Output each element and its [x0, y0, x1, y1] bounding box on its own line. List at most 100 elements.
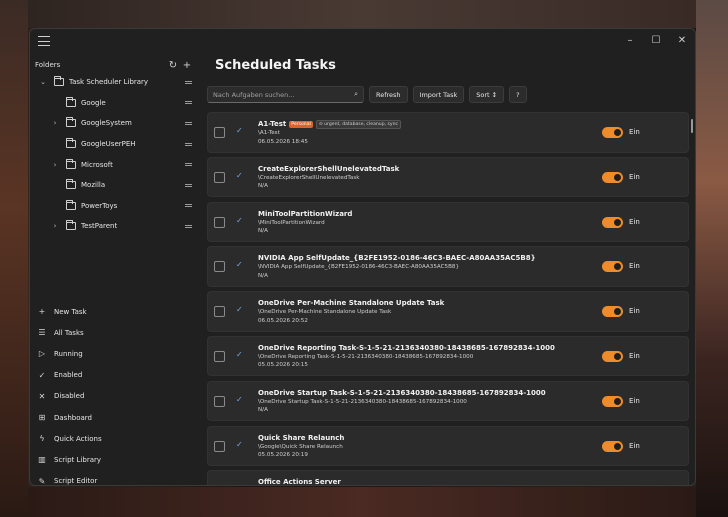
minimize-icon[interactable]: – [617, 29, 643, 51]
check-icon: ✓ [236, 305, 243, 315]
folder-item[interactable]: ⌄ Task Scheduler Library [30, 72, 198, 93]
folder-item[interactable]: PowerToys [30, 196, 198, 217]
task-card[interactable]: ✓ Office Actions Server [207, 470, 689, 486]
enable-toggle[interactable] [602, 306, 623, 318]
import-task-button[interactable]: Import Task [412, 86, 465, 103]
task-card[interactable]: ✓ NVIDIA App SelfUpdate_{B2FE1952-0186-46… [207, 246, 689, 287]
help-button[interactable]: ? [509, 86, 527, 103]
maximize-icon[interactable]: ☐ [643, 29, 669, 51]
task-card[interactable]: ✓ A1-Test Personal ⊙ urgent, database, clea… [207, 112, 689, 153]
drag-handle-icon[interactable] [185, 101, 192, 105]
check-icon: ✓ [236, 126, 243, 135]
task-info: Quick Share Relaunch \Google\Quick Share … [258, 433, 578, 460]
nav-item-label: Dashboard [54, 413, 92, 422]
nav-item-all-tasks[interactable]: ☰ All Tasks [30, 322, 198, 343]
folder-icon [66, 199, 76, 210]
task-name-row: NVIDIA App SelfUpdate_{B2FE1952-0186-46C… [258, 253, 578, 263]
task-info: MiniToolPartitionWizard \MiniToolPartitio… [258, 209, 578, 236]
toggle-state-label: Ein [629, 307, 640, 316]
folder-label: PowerToys [81, 201, 118, 210]
enable-toggle[interactable] [602, 350, 623, 362]
drag-handle-icon[interactable] [185, 80, 192, 84]
check-icon: ✓ [38, 370, 46, 380]
window-controls: – ☐ ✕ [617, 29, 695, 51]
nav-item-new-task[interactable]: + New Task [30, 301, 198, 322]
nav-item-running[interactable]: ▷ Running [30, 343, 198, 364]
chevron-right-icon[interactable]: › [51, 161, 59, 169]
task-path: \CreateExplorerShellUnelevatedTask [258, 174, 360, 181]
nav-item-script-library[interactable]: ▥ Script Library [30, 449, 198, 470]
check-icon: ✓ [236, 170, 243, 180]
task-name: MiniToolPartitionWizard [258, 209, 353, 218]
select-checkbox[interactable] [214, 261, 225, 273]
task-name-row: OneDrive Startup Task-S-1-5-21-213634038… [258, 388, 578, 398]
select-checkbox[interactable] [214, 306, 225, 318]
select-checkbox[interactable] [214, 171, 225, 183]
nav-item-dashboard[interactable]: ⊞ Dashboard [30, 407, 198, 428]
chevron-down-icon[interactable]: ⌄ [39, 78, 47, 86]
select-checkbox[interactable] [214, 216, 225, 228]
search-input[interactable] [213, 87, 343, 102]
select-checkbox[interactable] [214, 127, 225, 138]
enable-toggle[interactable] [602, 440, 623, 452]
nav-item-enabled[interactable]: ✓ Enabled [30, 365, 198, 386]
task-card[interactable]: ✓ Quick Share Relaunch \Google\Quick Share… [207, 425, 689, 467]
drag-handle-icon[interactable] [185, 224, 192, 228]
refresh-icon[interactable]: ↻ [167, 59, 179, 71]
task-card[interactable]: ✓ OneDrive Per-Machine Standalone Update … [207, 291, 689, 332]
folder-item[interactable]: › TestParent [30, 216, 198, 237]
app-window: – ☐ ✕ Folders ↻ + ⌄ Task Scheduler Librar… [29, 28, 696, 486]
bolt-icon: ϟ [39, 434, 45, 444]
toggle-state-label: Ein [629, 128, 640, 136]
folder-icon [66, 179, 76, 190]
drag-handle-icon[interactable] [185, 121, 192, 125]
select-checkbox[interactable] [214, 485, 225, 486]
nav-item-script-editor[interactable]: ✎ Script Editor [30, 471, 198, 485]
task-next-run: N/A [258, 228, 268, 235]
search-box: ⌕ [207, 86, 364, 103]
nav-item-quick-actions[interactable]: ϟ Quick Actions [30, 428, 198, 449]
chevron-right-icon[interactable]: › [51, 222, 59, 230]
task-next-run: N/A [258, 183, 268, 190]
add-folder-icon[interactable]: + [181, 59, 193, 71]
task-info: NVIDIA App SelfUpdate_{B2FE1952-0186-46C… [258, 253, 578, 280]
folder-item[interactable]: GoogleUserPEH [30, 134, 198, 155]
folder-item[interactable]: › GoogleSystem [30, 113, 198, 134]
enable-toggle[interactable] [602, 395, 623, 407]
task-path: \MiniToolPartitionWizard [258, 219, 325, 226]
folder-icon [66, 158, 76, 169]
task-card[interactable]: ✓ OneDrive Startup Task-S-1-5-21-21363403… [207, 380, 689, 422]
folder-icon [66, 96, 76, 107]
folder-item[interactable]: › Microsoft [30, 154, 198, 175]
sort-button[interactable]: Sort ↕ [469, 86, 505, 103]
drag-handle-icon[interactable] [185, 183, 192, 187]
folder-item[interactable]: Google [30, 93, 198, 114]
enable-toggle[interactable] [602, 171, 623, 183]
drag-handle-icon[interactable] [185, 142, 192, 146]
task-card[interactable]: ✓ CreateExplorerShellUnelevatedTask \Creat… [207, 156, 689, 198]
enable-toggle[interactable] [602, 216, 623, 228]
hamburger-menu-icon[interactable] [38, 36, 50, 46]
enable-toggle[interactable] [602, 127, 623, 138]
task-card[interactable]: ✓ OneDrive Reporting Task-S-1-5-21-213634… [207, 335, 689, 377]
close-icon[interactable]: ✕ [669, 29, 695, 51]
search-icon[interactable]: ⌕ [354, 90, 358, 99]
folder-icon [66, 220, 76, 231]
chevron-right-icon[interactable]: › [51, 119, 59, 127]
drag-handle-icon[interactable] [185, 204, 192, 208]
folder-label: Google [81, 98, 106, 107]
task-card[interactable]: ✓ MiniToolPartitionWizard \MiniToolPartiti… [207, 201, 689, 243]
scrollbar[interactable] [691, 119, 693, 133]
enable-toggle[interactable] [602, 261, 623, 273]
select-checkbox[interactable] [214, 395, 225, 407]
folder-item[interactable]: Mozilla [30, 175, 198, 196]
task-name: OneDrive Reporting Task-S-1-5-21-2136340… [258, 343, 555, 352]
select-checkbox[interactable] [214, 440, 225, 452]
folder-label: TestParent [81, 222, 118, 231]
refresh-button[interactable]: Refresh [369, 86, 408, 103]
drag-handle-icon[interactable] [185, 163, 192, 167]
task-path: \A1-Test [258, 130, 280, 136]
select-checkbox[interactable] [214, 350, 225, 362]
nav-item-disabled[interactable]: ✕ Disabled [30, 386, 198, 407]
check-icon: ✓ [236, 349, 243, 359]
